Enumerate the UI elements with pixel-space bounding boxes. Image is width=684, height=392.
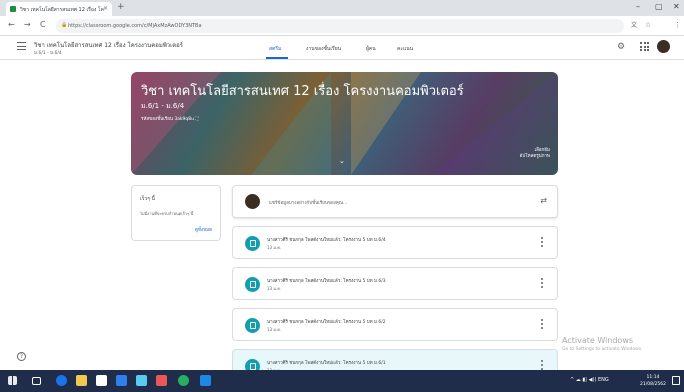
post-text: นางสาวศิริ ชนกกุล โพสต์งานใหม่แล้ว: โครง… [267,238,386,243]
reuse-post-icon[interactable]: ⇄ [540,196,547,206]
banner-course-section: ม.6/1 - ม.6/4 [141,102,185,110]
post-text: นางสาวศิริ ชนกกุล โพสต์งานใหม่แล้ว: โครง… [267,361,386,366]
forward-icon[interactable]: → [24,20,31,30]
more-options-icon[interactable] [541,278,543,290]
user-avatar [245,194,260,209]
browser-menu-icon[interactable]: ⋮ [674,20,681,30]
edge-icon[interactable] [56,375,67,386]
browser-tab-strip: วิชา เทคโนโลยีสารสนเทศ 12 เรื่อง โค × + … [0,0,684,16]
more-options-icon[interactable] [541,237,543,249]
assignment-icon [245,318,260,333]
bookmark-star-icon[interactable]: ☆ [645,20,651,30]
task-view-icon[interactable] [32,377,41,385]
browser-tab[interactable]: วิชา เทคโนโลยีสารสนเทศ 12 เรื่อง โค × [6,2,112,16]
post-date: 13 ม.ค. [267,245,282,250]
window-close-button[interactable]: ✕ [673,2,680,12]
media-icon[interactable] [156,375,167,386]
chrome-icon[interactable] [178,375,189,386]
course-section: ม.6/1 - ม.6/4 [34,51,62,56]
tab-people[interactable]: ผู้คน [366,45,376,53]
window-minimize-button[interactable]: – [636,2,640,12]
select-theme-link[interactable]: เลือกธีม อัปโหลดรูปภาพ [510,148,550,160]
mail-icon[interactable] [116,375,127,386]
post-text: นางสาวศิริ ชนกกุล โพสต์งานใหม่แล้ว: โครง… [267,320,386,325]
store-icon[interactable] [96,375,107,386]
assignment-icon [245,236,260,251]
browser-tab-title: วิชา เทคโนโลยีสารสนเทศ 12 เรื่อง โค [20,7,104,13]
app-icon[interactable] [200,375,211,386]
main-menu-icon[interactable] [17,42,26,50]
chevron-down-icon[interactable]: ⌄ [339,157,345,165]
help-icon[interactable]: ? [17,352,26,361]
account-avatar[interactable] [657,40,670,53]
clock-date: 21/08/2562 [640,382,666,387]
upcoming-card: เร็วๆ นี้ ไม่มีงานที่จะครบกำหนดเร็วๆ นี้… [131,185,221,241]
new-tab-button[interactable]: + [117,3,125,12]
classroom-header: วิชา เทคโนโลยีสารสนเทศ 12 เรื่อง โครงงาน… [0,36,684,60]
lock-icon: 🔒 [61,22,68,28]
post-date: 13 ม.ค. [267,327,282,332]
share-with-class-box[interactable]: แชร์ข้อมูลบางอย่างกับชั้นเรียนของคุณ... … [232,185,558,218]
upcoming-empty-text: ไม่มีงานที่จะครบกำหนดเร็วๆ นี้ [140,211,194,216]
view-all-link[interactable]: ดูทั้งหมด [195,226,212,233]
course-banner: วิชา เทคโนโลยีสารสนเทศ 12 เรื่อง โครงงาน… [131,72,558,175]
activate-windows-title: Activate Windows [562,336,634,345]
class-code-label[interactable]: รหัสของชั้นเรียน 3ak9q8u ⛶ [141,115,199,122]
back-icon[interactable]: ← [8,20,15,30]
post-date: 13 ม.ค. [267,286,282,291]
browser-toolbar: ← → C 🔒 https://classroom.google.com/c/M… [0,16,684,46]
post-text: นางสาวศิริ ชนกกุล โพสต์งานใหม่แล้ว: โครง… [267,279,386,284]
clock[interactable]: 11:14 21/08/2562 [640,374,666,388]
tab-classwork[interactable]: งานของชั้นเรียน [306,45,341,53]
stream-post[interactable]: นางสาวศิริ ชนกกุล โพสต์งานใหม่แล้ว: โครง… [232,308,558,341]
reload-icon[interactable]: C [40,20,46,30]
start-windows-icon[interactable] [8,376,17,385]
settings-gear-icon[interactable]: ⚙ [617,42,625,52]
tab-close-icon[interactable]: × [103,5,108,12]
stream-post[interactable]: นางสาวศิริ ชนกกุล โพสต์งานใหม่แล้ว: โครง… [232,226,558,259]
tab-grades[interactable]: คะแนน [397,45,413,53]
share-placeholder[interactable]: แชร์ข้อมูลบางอย่างกับชั้นเรียนของคุณ... [269,199,347,206]
url-text: https://classroom.google.com/c/MjAxMzAwO… [68,23,202,29]
address-bar[interactable]: 🔒 https://classroom.google.com/c/MjAxMzA… [56,19,624,33]
upload-photo-label: อัปโหลดรูปภาพ [519,154,550,159]
banner-course-title: วิชา เทคโนโลยีสารสนเทศ 12 เรื่อง โครงงาน… [141,84,464,99]
windows-taskbar: ^ ☁ ◧ ◀)) ENG 11:14 21/08/2562 [0,370,684,392]
notifications-icon[interactable] [672,376,680,385]
system-tray-icons[interactable]: ^ ☁ ◧ ◀)) ENG [570,377,609,383]
active-tab-indicator [266,57,288,59]
photos-icon[interactable] [136,375,147,386]
tab-stream[interactable]: สตรีม [269,45,281,53]
activate-windows-subtitle: Go to Settings to activate Windows. [562,347,643,352]
stream-post[interactable]: นางสาวศิริ ชนกกุล โพสต์งานใหม่แล้ว: โครง… [232,349,558,374]
window-maximize-button[interactable]: ▢ [655,2,663,12]
assignment-icon [245,277,260,292]
translate-icon[interactable]: 文 [631,21,637,31]
more-options-icon[interactable] [541,319,543,331]
clock-time: 11:14 [646,375,660,380]
file-explorer-icon[interactable] [76,375,87,386]
classroom-favicon-icon [10,6,16,12]
stream-post[interactable]: นางสาวศิริ ชนกกุล โพสต์งานใหม่แล้ว: โครง… [232,267,558,300]
google-apps-icon[interactable] [640,42,649,51]
upcoming-title: เร็วๆ นี้ [140,196,155,202]
